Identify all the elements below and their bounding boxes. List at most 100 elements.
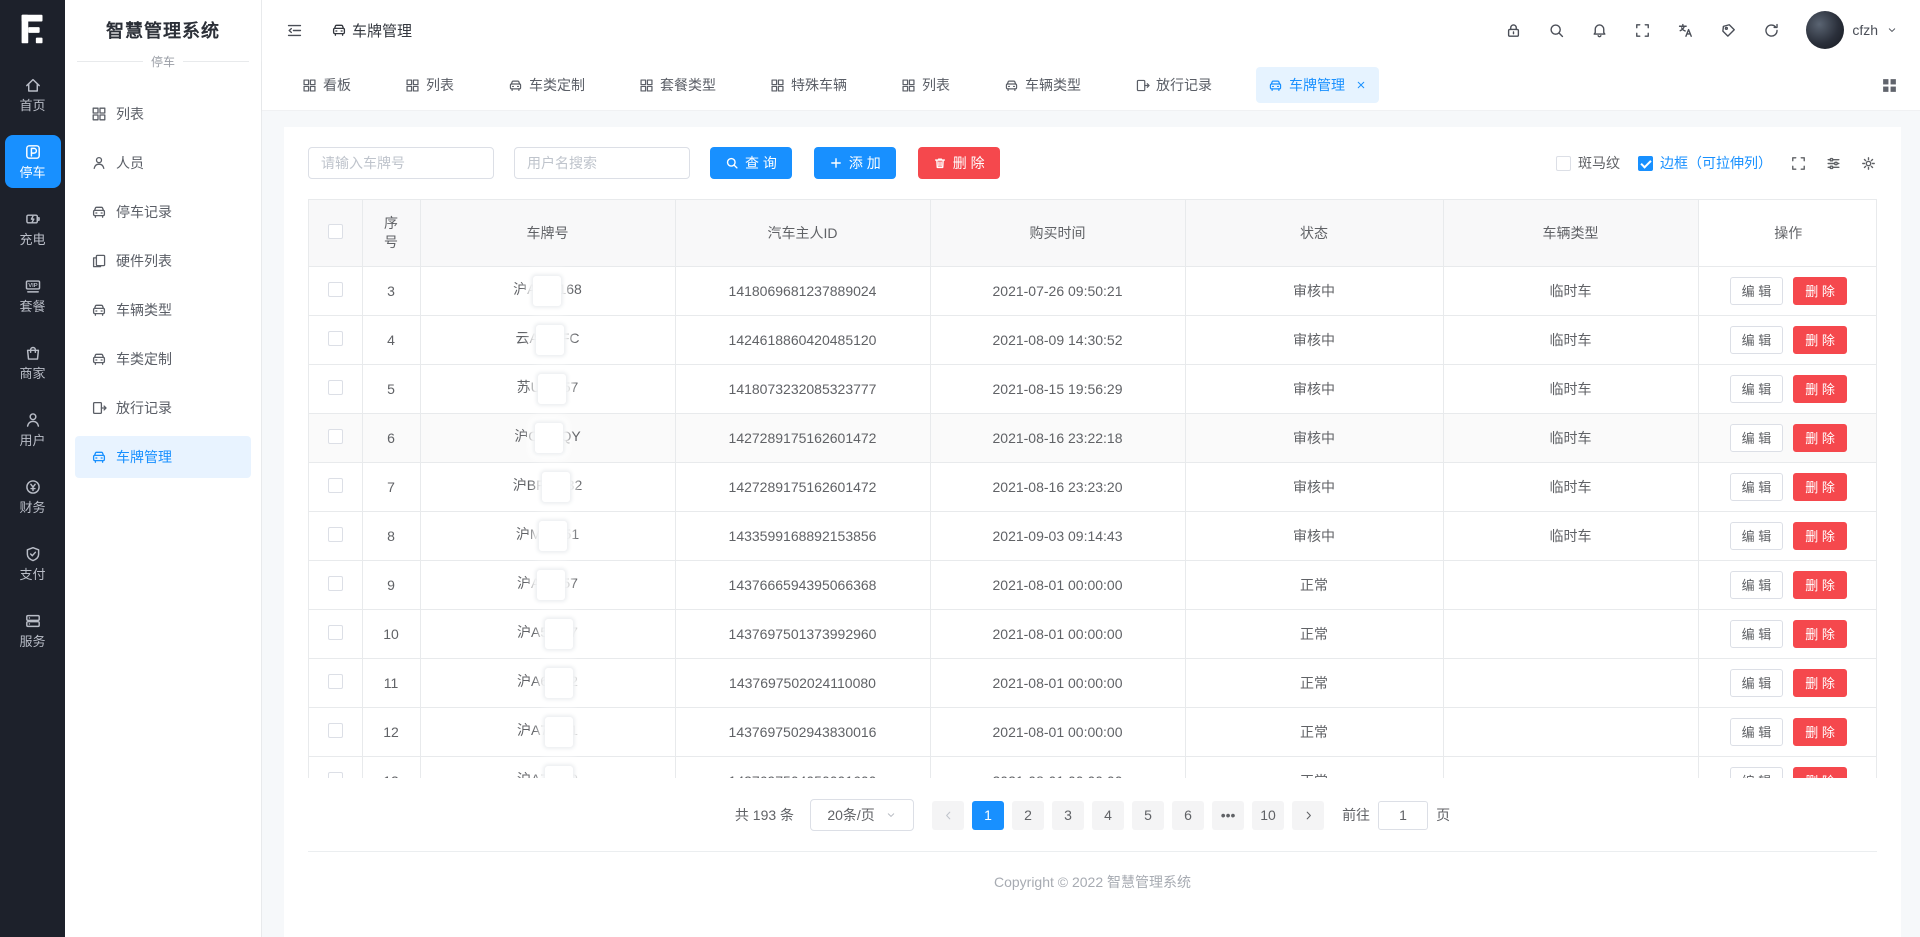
- page-button-5[interactable]: 5: [1132, 801, 1164, 830]
- rail-item-home[interactable]: 首页: [5, 68, 61, 121]
- rail-item-package[interactable]: VIP套餐: [5, 269, 61, 322]
- page-button-6[interactable]: 6: [1172, 801, 1204, 830]
- topbar-bell-icon[interactable]: [1591, 22, 1608, 39]
- page-button-4[interactable]: 4: [1092, 801, 1124, 830]
- prev-page-button[interactable]: [932, 801, 964, 830]
- tab-layout-grid-icon[interactable]: [1881, 77, 1898, 94]
- row-edit-button[interactable]: 编 辑: [1730, 718, 1784, 746]
- page-button-10[interactable]: 10: [1252, 801, 1284, 830]
- tab-列表-5[interactable]: 列表: [891, 67, 960, 103]
- page-size-select[interactable]: 20条/页: [810, 799, 914, 831]
- tab-close-icon[interactable]: [1355, 79, 1367, 91]
- pager-ellipsis[interactable]: •••: [1212, 801, 1244, 830]
- row-delete-button[interactable]: 删 除: [1793, 473, 1847, 501]
- next-page-button[interactable]: [1292, 801, 1324, 830]
- app-logo[interactable]: [13, 10, 53, 50]
- row-delete-button[interactable]: 删 除: [1793, 571, 1847, 599]
- row-delete-button[interactable]: 删 除: [1793, 620, 1847, 648]
- add-button[interactable]: 添 加: [814, 147, 896, 179]
- topbar-translate-icon[interactable]: [1677, 22, 1694, 39]
- row-delete-button[interactable]: 删 除: [1793, 718, 1847, 746]
- row-delete-button[interactable]: 删 除: [1793, 424, 1847, 452]
- row-checkbox[interactable]: [328, 282, 343, 297]
- row-edit-button[interactable]: 编 辑: [1730, 326, 1784, 354]
- row-checkbox[interactable]: [328, 674, 343, 689]
- row-delete-button[interactable]: 删 除: [1793, 326, 1847, 354]
- purchase-time: 2021-08-01 00:00:00: [930, 560, 1185, 609]
- rail-item-parking[interactable]: 停车: [5, 135, 61, 188]
- tab-套餐类型-3[interactable]: 套餐类型: [629, 67, 726, 103]
- collapse-sidebar-button[interactable]: [286, 22, 303, 39]
- row-delete-button[interactable]: 删 除: [1793, 669, 1847, 697]
- tab-放行记录-7[interactable]: 放行记录: [1125, 67, 1222, 103]
- rail-item-pay[interactable]: 支付: [5, 537, 61, 590]
- sidebar-item-hardware-list[interactable]: 硬件列表: [75, 240, 251, 282]
- row-edit-button[interactable]: 编 辑: [1730, 522, 1784, 550]
- row-edit-button[interactable]: 编 辑: [1730, 620, 1784, 648]
- page-button-3[interactable]: 3: [1052, 801, 1084, 830]
- tab-列表-1[interactable]: 列表: [395, 67, 464, 103]
- sidebar-item-list[interactable]: 列表: [75, 93, 251, 135]
- border-checkbox[interactable]: 边框（可拉伸列）: [1638, 153, 1772, 173]
- sidebar-item-release-records[interactable]: 放行记录: [75, 387, 251, 429]
- tab-看板-0[interactable]: 看板: [292, 67, 361, 103]
- row-checkbox[interactable]: [328, 478, 343, 493]
- rail-item-user[interactable]: 用户: [5, 403, 61, 456]
- tab-车牌管理-8[interactable]: 车牌管理: [1256, 67, 1379, 103]
- username-search-input[interactable]: [514, 147, 690, 179]
- rail-item-finance[interactable]: 财务: [5, 470, 61, 523]
- row-delete-button[interactable]: 删 除: [1793, 522, 1847, 550]
- plate-search-input[interactable]: [308, 147, 494, 179]
- row-checkbox[interactable]: [328, 723, 343, 738]
- row-checkbox[interactable]: [328, 331, 343, 346]
- goto-page-input[interactable]: [1378, 801, 1428, 830]
- status: 审核中: [1185, 511, 1443, 560]
- row-edit-button[interactable]: 编 辑: [1730, 767, 1784, 779]
- rail-item-charge[interactable]: 充电: [5, 202, 61, 255]
- rail-item-service[interactable]: 服务: [5, 604, 61, 657]
- tab-车类定制-2[interactable]: 车类定制: [498, 67, 595, 103]
- select-all-checkbox[interactable]: [328, 224, 343, 239]
- row-delete-button[interactable]: 删 除: [1793, 767, 1847, 779]
- row-edit-button[interactable]: 编 辑: [1730, 669, 1784, 697]
- charge-icon: [24, 210, 42, 228]
- row-delete-button[interactable]: 删 除: [1793, 375, 1847, 403]
- table-settings-gear-icon[interactable]: [1860, 155, 1877, 172]
- row-checkbox[interactable]: [328, 625, 343, 640]
- row-delete-button[interactable]: 删 除: [1793, 277, 1847, 305]
- topbar-search-icon[interactable]: [1548, 22, 1565, 39]
- row-checkbox[interactable]: [328, 576, 343, 591]
- sidebar-item-plate-management[interactable]: 车牌管理: [75, 436, 251, 478]
- row-edit-button[interactable]: 编 辑: [1730, 424, 1784, 452]
- row-edit-button[interactable]: 编 辑: [1730, 571, 1784, 599]
- row-checkbox[interactable]: [328, 527, 343, 542]
- topbar-refresh-icon[interactable]: [1763, 22, 1780, 39]
- row-edit-button[interactable]: 编 辑: [1730, 277, 1784, 305]
- topbar-lock-icon[interactable]: [1505, 22, 1522, 39]
- sidebar-item-vehicle-type[interactable]: 车辆类型: [75, 289, 251, 331]
- sidebar-item-vehicle-custom[interactable]: 车类定制: [75, 338, 251, 380]
- vehicle-type: 临时车: [1443, 462, 1698, 511]
- rail-item-merchant[interactable]: 商家: [5, 336, 61, 389]
- column-sort-icon[interactable]: [1825, 155, 1842, 172]
- row-checkbox[interactable]: [328, 380, 343, 395]
- tab-车辆类型-6[interactable]: 车辆类型: [994, 67, 1091, 103]
- sidebar-item-parking-records[interactable]: 停车记录: [75, 191, 251, 233]
- row-edit-button[interactable]: 编 辑: [1730, 375, 1784, 403]
- user-menu[interactable]: cfzh: [1806, 11, 1898, 49]
- col-header-status: 状态: [1185, 200, 1443, 266]
- zebra-checkbox[interactable]: 斑马纹: [1556, 153, 1620, 173]
- row-checkbox[interactable]: [328, 429, 343, 444]
- sidebar-item-staff[interactable]: 人员: [75, 142, 251, 184]
- row-edit-button[interactable]: 编 辑: [1730, 473, 1784, 501]
- page-button-2[interactable]: 2: [1012, 801, 1044, 830]
- tab-特殊车辆-4[interactable]: 特殊车辆: [760, 67, 857, 103]
- table-header-row: 序号 车牌号 汽车主人ID 购买时间 状态 车辆类型 操作: [309, 200, 1877, 266]
- fullscreen-table-icon[interactable]: [1790, 155, 1807, 172]
- row-checkbox[interactable]: [328, 772, 343, 779]
- delete-button[interactable]: 删 除: [918, 147, 1000, 179]
- topbar-fullscreen-icon[interactable]: [1634, 22, 1651, 39]
- search-button[interactable]: 查 询: [710, 147, 792, 179]
- page-button-1[interactable]: 1: [972, 801, 1004, 830]
- topbar-tag-icon[interactable]: [1720, 22, 1737, 39]
